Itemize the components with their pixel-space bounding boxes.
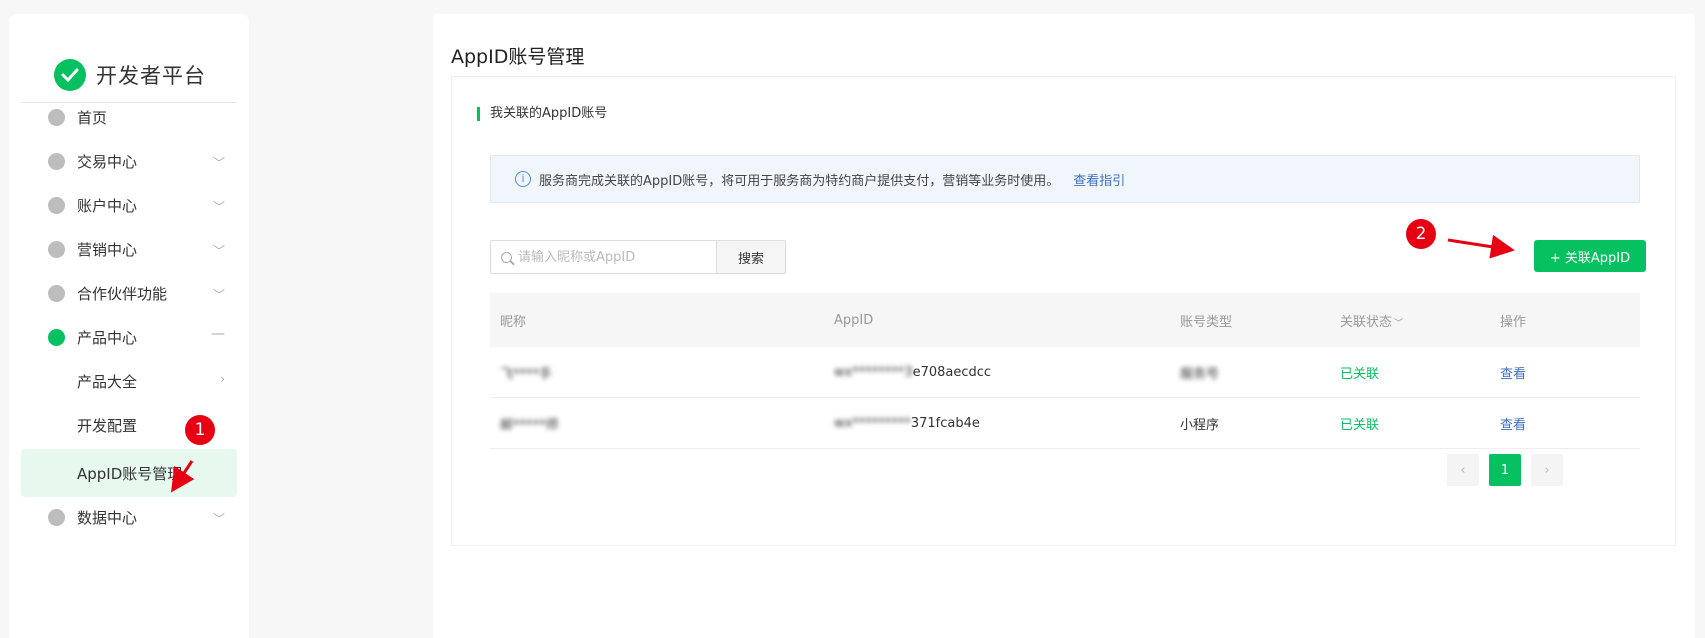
view-link[interactable]: 查看 (1500, 363, 1640, 382)
nav-label: 交易中心 (77, 152, 138, 171)
chevron-down-icon: ﹀ (1394, 318, 1404, 329)
nav-label: 产品中心 (77, 328, 138, 347)
sub-item-appid-manage[interactable]: AppID账号管理 (21, 449, 237, 497)
circle-icon (48, 196, 65, 214)
circle-icon (48, 152, 65, 170)
nav-label: 数据中心 (77, 508, 138, 527)
sub-label: 开发配置 (77, 416, 138, 435)
cell-status: 已关联 (1340, 417, 1380, 433)
view-link[interactable]: 查看 (1500, 414, 1640, 433)
header-appid: AppID (834, 312, 874, 328)
main-content: AppID账号管理 我关联的AppID账号 i 服务商完成关联的AppID账号，… (433, 14, 1695, 638)
add-appid-button[interactable]: + 关联AppID (1534, 240, 1646, 272)
section-title: 我关联的AppID账号 (477, 107, 607, 121)
sub-item-product-list[interactable]: 产品大全 › (21, 357, 237, 405)
appid-card: 我关联的AppID账号 i 服务商完成关联的AppID账号，将可用于服务商为特约… (451, 76, 1676, 546)
chevron-down-icon: ﹀ (212, 512, 225, 526)
nav-item-home[interactable]: 首页 (21, 93, 237, 141)
appid-tail: 371fcab4e (910, 415, 980, 431)
nav-label: 合作伙伴功能 (77, 284, 168, 303)
header-status-label: 关联状态 (1340, 314, 1393, 330)
cell-appid: wx********3e708aecdcc (834, 365, 1180, 380)
sub-label: AppID账号管理 (77, 464, 183, 483)
chevron-down-icon: ﹀ (212, 288, 225, 302)
page-title: AppID账号管理 (451, 46, 585, 68)
search-box[interactable] (490, 240, 716, 274)
search-button[interactable]: 搜索 (716, 240, 786, 274)
brand[interactable]: 开发者平台 (54, 59, 206, 91)
minus-icon: — (211, 326, 225, 342)
nav-item-data[interactable]: 数据中心 ﹀ (21, 493, 237, 541)
page-1-button[interactable]: 1 (1489, 454, 1521, 486)
prev-page-button[interactable]: ‹ (1447, 454, 1479, 486)
nav-item-partner[interactable]: 合作伙伴功能 ﹀ (21, 269, 237, 317)
nav-item-account[interactable]: 账户中心 ﹀ (21, 181, 237, 229)
nav-item-product[interactable]: 产品中心 — (21, 313, 237, 361)
circle-icon (48, 240, 65, 258)
header-type: 账号类型 (1180, 314, 1233, 330)
cell-type: 服务号 (1180, 366, 1220, 382)
chevron-down-icon: ﹀ (212, 156, 225, 170)
cell-appid: wx*********371fcab4e (834, 416, 1180, 431)
chevron-right-icon: › (220, 372, 225, 386)
circle-icon (48, 108, 65, 126)
header-nickname: 昵称 (500, 314, 527, 330)
appid-table: 昵称 AppID 账号类型 关联状态 ﹀ 操作 飞****手 wx********… (490, 293, 1640, 449)
info-text: 服务商完成关联的AppID账号，将可用于服务商为特约商户提供支付，营销等业务时使… (539, 173, 1060, 189)
table-header: 昵称 AppID 账号类型 关联状态 ﹀ 操作 (490, 293, 1640, 347)
pagination: ‹ 1 › (1437, 454, 1563, 486)
cell-nickname: 飞****手 (500, 366, 553, 382)
nav-label: 首页 (77, 108, 108, 127)
circle-icon (48, 328, 65, 346)
table-row: 飞****手 wx********3e708aecdcc 服务号 已关联 查看 (490, 347, 1640, 398)
appid-masked: wx********3 (834, 364, 913, 380)
guide-link[interactable]: 查看指引 (1073, 170, 1125, 189)
nav-item-trade[interactable]: 交易中心 ﹀ (21, 137, 237, 185)
chevron-down-icon: ﹀ (212, 244, 225, 258)
info-bar: i 服务商完成关联的AppID账号，将可用于服务商为特约商户提供支付，营销等业务… (490, 155, 1640, 203)
wechat-pay-logo-icon (54, 59, 86, 91)
circle-icon (48, 284, 65, 302)
brand-name: 开发者平台 (96, 64, 206, 88)
cell-type: 小程序 (1180, 417, 1220, 433)
nav-label: 账户中心 (77, 196, 138, 215)
cell-status: 已关联 (1340, 366, 1380, 382)
annotation-badge-1: 1 (185, 415, 215, 445)
sub-label: 产品大全 (77, 372, 138, 391)
appid-masked: wx********* (834, 415, 911, 431)
header-status[interactable]: 关联状态 ﹀ (1340, 311, 1500, 330)
nav-label: 营销中心 (77, 240, 138, 259)
search-input[interactable] (518, 249, 698, 265)
sidebar: 开发者平台 首页 交易中心 ﹀ 账户中心 ﹀ 营销中心 ﹀ 合作伙伴功能 ﹀ 产… (9, 14, 249, 638)
nav-item-marketing[interactable]: 营销中心 ﹀ (21, 225, 237, 273)
next-page-button[interactable]: › (1531, 454, 1563, 486)
info-icon: i (515, 171, 531, 187)
header-action: 操作 (1500, 314, 1527, 330)
circle-icon (48, 508, 65, 526)
search-icon (501, 251, 512, 263)
table-row: 邮*****师 wx*********371fcab4e 小程序 已关联 查看 (490, 398, 1640, 449)
appid-tail: e708aecdcc (912, 364, 992, 380)
chevron-down-icon: ﹀ (212, 200, 225, 214)
annotation-badge-2: 2 (1406, 219, 1436, 249)
cell-nickname: 邮*****师 (500, 417, 559, 433)
